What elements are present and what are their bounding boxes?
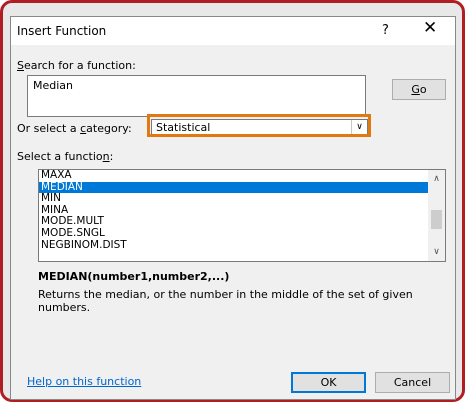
insert-function-dialog: Insert Function ? ✕ Search for a functio… xyxy=(10,16,456,400)
go-button[interactable]: Go xyxy=(392,79,446,100)
category-label: Or select a category: xyxy=(17,122,132,135)
scroll-down-icon[interactable]: ∨ xyxy=(428,245,445,259)
function-list-item[interactable]: MIN xyxy=(39,193,436,205)
function-list-item[interactable]: MAXA xyxy=(39,170,436,182)
search-input-value: Median xyxy=(33,79,74,92)
function-list-label: Select a function: xyxy=(17,150,114,163)
category-highlight-box xyxy=(147,114,371,137)
help-on-function-link[interactable]: Help on this function xyxy=(27,375,141,388)
scroll-up-icon[interactable]: ∧ xyxy=(428,172,445,186)
function-list-item[interactable]: MODE.SNGL xyxy=(39,227,436,240)
search-input[interactable]: Median xyxy=(27,75,366,117)
function-list-items: MAXA MEDIAN MIN MINA MODE.MULT MODE.SNGL NEGBI… xyxy=(39,170,445,251)
search-label: Search for a function: xyxy=(17,59,136,72)
list-scrollbar[interactable]: ∧ ∨ xyxy=(428,170,445,261)
help-icon[interactable]: ? xyxy=(382,23,389,38)
function-list-item[interactable]: NEGBINOM.DIST xyxy=(39,239,436,252)
ok-button[interactable]: OK xyxy=(291,372,366,393)
function-list-item[interactable]: MEDIAN xyxy=(39,181,436,194)
title-bar: Insert Function ? ✕ xyxy=(11,17,455,45)
function-listbox[interactable]: MAXA MEDIAN MIN MINA MODE.MULT MODE.SNGL NEGBI… xyxy=(38,169,446,262)
function-syntax: MEDIAN(number1,number2,...) xyxy=(38,270,230,283)
close-icon[interactable]: ✕ xyxy=(423,20,437,37)
cancel-button[interactable]: Cancel xyxy=(375,372,450,393)
function-description: Returns the median, or the number in the… xyxy=(38,288,413,314)
dialog-title: Insert Function xyxy=(17,24,107,38)
scroll-thumb[interactable] xyxy=(431,210,442,229)
